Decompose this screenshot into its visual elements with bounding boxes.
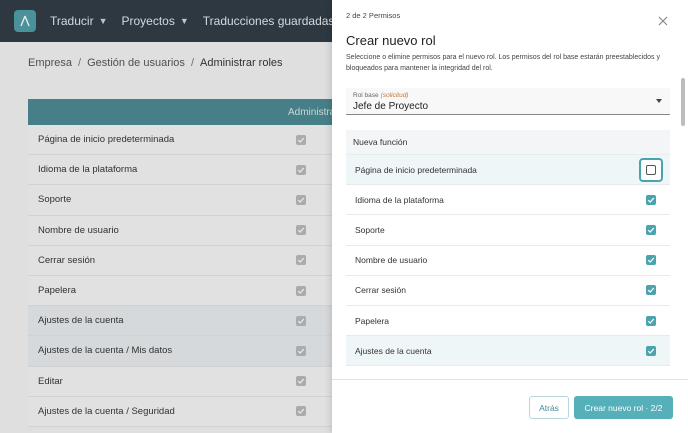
checkmark-icon xyxy=(647,197,655,203)
back-button[interactable]: Atrás xyxy=(529,396,569,419)
modal-overlay[interactable] xyxy=(0,0,332,433)
permission-label: Soporte xyxy=(355,224,385,235)
permission-label: Nombre de usuario xyxy=(355,255,428,266)
permission-checkbox[interactable] xyxy=(646,345,656,356)
permissions-list-header: Nueva función xyxy=(346,130,670,155)
permission-row: Cerrar sesión xyxy=(346,275,670,306)
create-role-button[interactable]: Crear nuevo rol · 2/2 xyxy=(574,396,673,419)
permissions-list: Nueva función Página de inicio predeterm… xyxy=(346,130,670,378)
panel-scrollbar[interactable] xyxy=(681,78,685,126)
panel-title: Crear nuevo rol xyxy=(346,33,436,48)
permission-label: Papelera xyxy=(355,315,390,326)
checkmark-icon xyxy=(647,227,655,233)
checkbox-focus-ring[interactable] xyxy=(639,157,663,182)
permission-row: Ajustes de la cuenta xyxy=(346,336,670,367)
checkmark-icon xyxy=(647,348,655,354)
permission-row: Idioma de la plataforma xyxy=(346,185,670,216)
close-icon xyxy=(658,16,668,26)
permission-label: Idioma de la plataforma xyxy=(355,194,444,205)
permission-checkbox[interactable] xyxy=(646,224,656,235)
required-tag: (solicitud) xyxy=(380,92,409,99)
permission-row: Página de inicio predeterminada xyxy=(346,155,670,186)
permission-row: Soporte xyxy=(346,215,670,246)
panel-footer: Atrás Crear nuevo rol · 2/2 xyxy=(332,379,688,433)
step-indicator: 2 de 2 Permisos xyxy=(346,11,401,20)
permission-checkbox[interactable] xyxy=(646,255,656,266)
panel-description: Seleccione o elimine permisos para el nu… xyxy=(346,54,660,72)
close-button[interactable] xyxy=(657,14,669,26)
base-role-select[interactable]: Rol base (solicitud) Jefe de Proyecto xyxy=(346,88,670,115)
caret-down-icon xyxy=(656,99,662,103)
permission-checkbox[interactable] xyxy=(646,285,656,296)
permission-checkbox[interactable] xyxy=(646,194,656,205)
checkmark-icon xyxy=(647,257,655,264)
permission-label: Ajustes de la cuenta xyxy=(355,345,432,356)
permission-row: Nombre de usuario xyxy=(346,245,670,276)
permission-checkbox[interactable] xyxy=(646,164,656,175)
permission-checkbox[interactable] xyxy=(646,315,656,326)
checkmark-icon xyxy=(647,318,655,324)
create-role-panel: 2 de 2 Permisos Crear nuevo rol Seleccio… xyxy=(332,0,688,433)
permission-label: Cerrar sesión xyxy=(355,285,407,296)
permission-row: Papelera xyxy=(346,305,670,337)
base-role-label: Rol base (solicitud) xyxy=(353,92,409,99)
checkmark-icon xyxy=(647,287,655,294)
base-role-value: Jefe de Proyecto xyxy=(353,101,429,112)
permission-label: Página de inicio predeterminada xyxy=(355,164,477,175)
